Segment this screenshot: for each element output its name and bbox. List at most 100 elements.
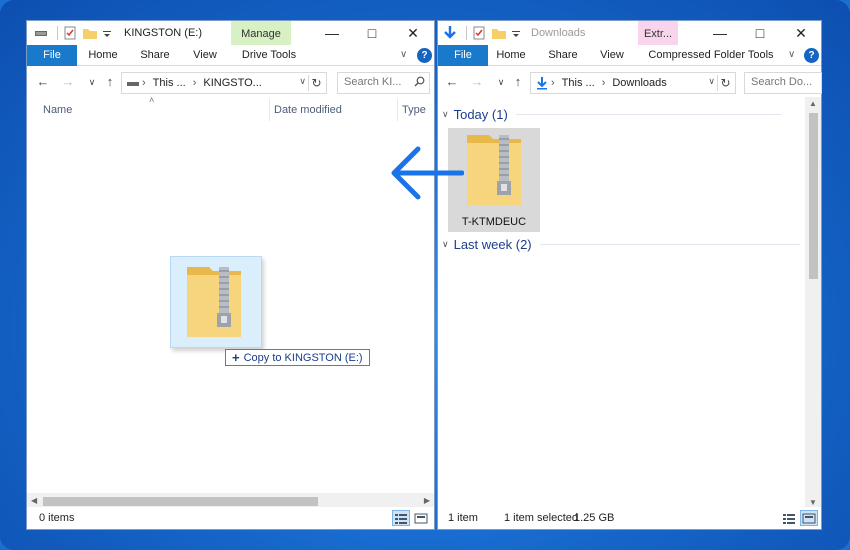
properties-icon[interactable] xyxy=(471,25,487,41)
column-headers: ˄ Name Date modified Type xyxy=(27,95,434,123)
tab-drive-tools[interactable]: Drive Tools xyxy=(231,45,307,66)
group-label-last-week: Last week (2) xyxy=(453,237,532,252)
tab-home[interactable]: Home xyxy=(85,45,121,66)
scroll-right-icon[interactable]: ▶ xyxy=(424,496,430,505)
up-arrow-icon[interactable]: ↑ xyxy=(510,74,526,89)
close-button[interactable]: ✕ xyxy=(781,21,821,45)
scroll-thumb[interactable] xyxy=(43,497,318,506)
breadcrumb-this-pc[interactable]: This ... xyxy=(562,77,595,89)
tab-share[interactable]: Share xyxy=(137,45,173,66)
column-date-modified[interactable]: Date modified xyxy=(274,104,342,116)
search-input[interactable]: Search Do... xyxy=(744,72,822,94)
tab-view[interactable]: View xyxy=(596,45,628,66)
left-arrow-icon xyxy=(391,146,464,200)
up-arrow-icon[interactable]: ↑ xyxy=(102,74,118,89)
explorer-window-downloads[interactable]: Downloads Extr... — □ ✕ File Home Share … xyxy=(437,20,822,530)
details-view-icon xyxy=(783,514,795,524)
group-header-last-week[interactable]: ∨ Last week (2) xyxy=(442,237,800,252)
desktop-frame: KINGSTON (E:) Manage — □ ✕ File Home Sha… xyxy=(0,0,850,550)
tab-file[interactable]: File xyxy=(27,45,77,66)
collapse-chevron-icon[interactable]: ∨ xyxy=(442,109,449,120)
tab-view[interactable]: View xyxy=(189,45,221,66)
status-selected: 1 item selected xyxy=(504,512,578,524)
large-icons-view-button[interactable] xyxy=(800,510,818,526)
recent-locations-icon[interactable]: ∨ xyxy=(84,77,100,88)
breadcrumb-downloads[interactable]: Downloads xyxy=(612,77,666,89)
quick-access-toolbar xyxy=(33,25,116,41)
large-icons-view-icon xyxy=(414,513,428,524)
back-arrow-icon[interactable]: ← xyxy=(444,74,460,89)
status-item-count: 0 items xyxy=(39,512,75,524)
collapse-chevron-icon[interactable]: ∨ xyxy=(442,239,449,250)
window-title: KINGSTON (E:) xyxy=(124,27,203,39)
plus-icon: + xyxy=(232,350,240,365)
drive-icon[interactable] xyxy=(33,25,49,41)
search-placeholder: Search Do... xyxy=(751,76,813,88)
forward-arrow-icon[interactable]: → xyxy=(60,74,76,89)
navigation-bar: ← → ∨ ↑ › This ... › Downloads ∨ ↻ Searc… xyxy=(438,67,822,97)
window-title: Downloads xyxy=(531,27,586,39)
refresh-icon[interactable]: ↻ xyxy=(717,75,733,91)
details-view-button[interactable] xyxy=(392,510,410,526)
minimize-button[interactable]: — xyxy=(700,21,740,45)
close-button[interactable]: ✕ xyxy=(393,21,433,45)
forward-arrow-icon[interactable]: → xyxy=(469,74,485,89)
status-bar: 0 items xyxy=(27,507,434,529)
drag-copy-tooltip: + Copy to KINGSTON (E:) xyxy=(225,349,370,366)
column-type[interactable]: Type xyxy=(402,104,426,116)
downloads-small-icon xyxy=(537,77,547,90)
large-icons-view-icon xyxy=(802,513,816,524)
drag-ghost xyxy=(170,256,262,348)
scroll-down-icon[interactable]: ▼ xyxy=(809,498,817,507)
maximize-button[interactable]: □ xyxy=(352,21,392,45)
breadcrumb-this-pc[interactable]: This ... xyxy=(153,77,186,89)
new-folder-icon[interactable] xyxy=(82,25,98,41)
details-view-button[interactable] xyxy=(780,510,798,526)
customize-dropdown-icon[interactable] xyxy=(511,25,521,41)
address-dropdown-icon[interactable]: ∨ xyxy=(299,76,306,87)
help-icon[interactable]: ? xyxy=(804,48,819,63)
tab-compressed-folder-tools[interactable]: Compressed Folder Tools xyxy=(643,45,779,66)
tab-home[interactable]: Home xyxy=(493,45,529,66)
minimize-button[interactable]: — xyxy=(312,21,352,45)
address-dropdown-icon[interactable]: ∨ xyxy=(708,76,715,87)
vertical-scrollbar[interactable]: ▲ ▼ xyxy=(805,97,821,509)
search-icon xyxy=(414,76,425,87)
tab-file[interactable]: File xyxy=(438,45,488,66)
tab-share[interactable]: Share xyxy=(545,45,581,66)
scroll-up-icon[interactable]: ▲ xyxy=(809,99,817,108)
group-header-today[interactable]: ∨ Today (1) xyxy=(442,107,781,122)
maximize-button[interactable]: □ xyxy=(740,21,780,45)
back-arrow-icon[interactable]: ← xyxy=(35,74,51,89)
explorer-window-kingston[interactable]: KINGSTON (E:) Manage — □ ✕ File Home Sha… xyxy=(26,20,435,530)
column-name[interactable]: Name xyxy=(43,104,72,116)
scroll-thumb[interactable] xyxy=(809,113,818,279)
customize-dropdown-icon[interactable] xyxy=(102,25,112,41)
group-label-today: Today (1) xyxy=(453,107,508,122)
refresh-icon[interactable]: ↻ xyxy=(308,75,324,91)
recent-locations-icon[interactable]: ∨ xyxy=(493,77,509,88)
title-bar[interactable]: Downloads Extr... — □ ✕ xyxy=(438,21,821,66)
address-bar[interactable]: › This ... › Downloads ∨ ↻ xyxy=(530,72,736,94)
large-icons-view-button[interactable] xyxy=(412,510,430,526)
zip-folder-icon xyxy=(187,267,241,337)
drive-small-icon xyxy=(127,82,139,86)
drag-tooltip-text: Copy to KINGSTON (E:) xyxy=(243,351,363,364)
title-bar[interactable]: KINGSTON (E:) Manage — □ ✕ xyxy=(27,21,434,66)
status-item-count: 1 item xyxy=(448,512,478,524)
breadcrumb-kingston[interactable]: KINGSTO... xyxy=(203,77,261,89)
help-icon[interactable]: ? xyxy=(417,48,432,63)
expand-ribbon-icon[interactable]: ∨ xyxy=(788,49,795,60)
scroll-left-icon[interactable]: ◀ xyxy=(31,496,37,505)
properties-icon[interactable] xyxy=(62,25,78,41)
ribbon-tabs: File Home Share View Compressed Folder T… xyxy=(438,45,821,66)
search-input[interactable]: Search KI... xyxy=(337,72,430,94)
download-arrow-icon[interactable] xyxy=(442,25,458,41)
sort-indicator-icon: ˄ xyxy=(149,95,155,105)
new-folder-icon[interactable] xyxy=(491,25,507,41)
navigation-bar: ← → ∨ ↑ › This ... › KINGSTO... ∨ ↻ Sear… xyxy=(27,67,434,97)
search-placeholder: Search KI... xyxy=(344,76,402,88)
address-bar[interactable]: › This ... › KINGSTO... ∨ ↻ xyxy=(121,72,327,94)
expand-ribbon-icon[interactable]: ∨ xyxy=(400,49,407,60)
file-name: T-KTMDEUC xyxy=(461,216,527,228)
